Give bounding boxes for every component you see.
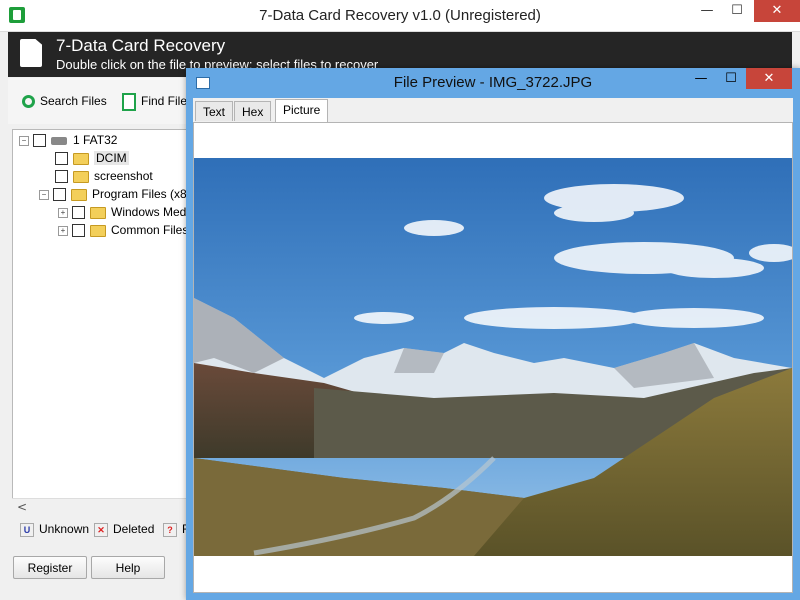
- folder-icon: [71, 188, 87, 201]
- tree-item-label: Common Files: [111, 223, 189, 237]
- tree-item-dcim[interactable]: DCIM: [55, 149, 129, 167]
- raw-icon: ?: [163, 522, 177, 537]
- unknown-icon: U: [20, 522, 34, 537]
- legend-unknown: U Unknown: [20, 522, 89, 537]
- tree-checkbox[interactable]: [33, 134, 46, 148]
- preview-content: [193, 122, 793, 593]
- tree-item-label: DCIM: [94, 151, 129, 165]
- search-icon: [22, 95, 35, 109]
- tree-item-drive[interactable]: − 1 FAT32: [19, 131, 117, 149]
- tree-checkbox[interactable]: [72, 206, 85, 220]
- status-legend: UUnknown ✕Deleted ?RAW: [12, 518, 192, 540]
- scroll-left-icon[interactable]: <: [17, 500, 27, 514]
- legend-deleted-label: Deleted: [113, 522, 155, 536]
- sd-card-icon: [20, 39, 42, 67]
- tree-checkbox[interactable]: [55, 152, 68, 166]
- search-files-label: Search Files: [40, 94, 107, 108]
- register-button[interactable]: Register: [13, 556, 87, 579]
- folder-icon: [90, 206, 106, 219]
- find-file-button[interactable]: Find File: [122, 90, 187, 112]
- folder-icon: [73, 170, 89, 183]
- tree-item-label: Program Files (x86): [92, 187, 192, 201]
- tree-horizontal-scrollbar[interactable]: <: [12, 498, 192, 516]
- tree-item-label: Windows Media Player: [111, 205, 191, 219]
- deleted-icon: ✕: [94, 522, 108, 537]
- tree-item-label: screenshot: [94, 169, 153, 183]
- folder-icon: [90, 224, 106, 237]
- legend-deleted: ✕ Deleted: [94, 522, 154, 537]
- maximize-button[interactable]: ☐: [722, 0, 752, 22]
- minimize-button[interactable]: —: [692, 0, 722, 22]
- tree-item-label: 1 FAT32: [73, 133, 118, 147]
- find-file-icon: [122, 92, 136, 111]
- preview-image: [194, 158, 792, 556]
- preview-minimize-button[interactable]: —: [686, 68, 716, 89]
- tree-item-program-files[interactable]: − Program Files (x86): [39, 185, 192, 203]
- tree-item-common-files[interactable]: + Common Files: [58, 221, 188, 239]
- help-button[interactable]: Help: [91, 556, 165, 579]
- search-files-button[interactable]: Search Files: [22, 90, 107, 112]
- tab-hex[interactable]: Hex: [234, 101, 272, 121]
- collapse-icon[interactable]: −: [39, 189, 49, 200]
- legend-unknown-label: Unknown: [39, 522, 90, 536]
- find-file-label: Find File: [141, 94, 188, 108]
- folder-icon: [73, 152, 89, 165]
- collapse-icon[interactable]: −: [19, 135, 29, 146]
- preview-close-button[interactable]: ✕: [746, 68, 792, 89]
- folder-tree: − 1 FAT32 DCIM screenshot − Program Files …: [12, 129, 192, 515]
- tree-checkbox[interactable]: [72, 224, 85, 238]
- expand-icon[interactable]: +: [58, 207, 68, 218]
- file-preview-window: File Preview - IMG_3722.JPG — ☐ ✕ Text H…: [186, 68, 800, 600]
- close-button[interactable]: ✕: [754, 0, 800, 22]
- app-name: 7-Data Card Recovery: [56, 36, 226, 55]
- tree-checkbox[interactable]: [55, 170, 68, 184]
- preview-maximize-button[interactable]: ☐: [716, 68, 746, 89]
- tree-item-screenshot[interactable]: screenshot: [55, 167, 153, 185]
- expand-icon[interactable]: +: [58, 225, 68, 236]
- preview-body: Text Hex Picture: [193, 98, 793, 593]
- drive-icon: [51, 136, 67, 145]
- tree-checkbox[interactable]: [53, 188, 66, 202]
- tree-item-windows-media-player[interactable]: + Windows Media Player: [58, 203, 191, 221]
- tab-picture[interactable]: Picture: [275, 99, 329, 122]
- tab-text[interactable]: Text: [195, 101, 234, 121]
- window-title: 7-Data Card Recovery v1.0 (Unregistered): [259, 7, 541, 24]
